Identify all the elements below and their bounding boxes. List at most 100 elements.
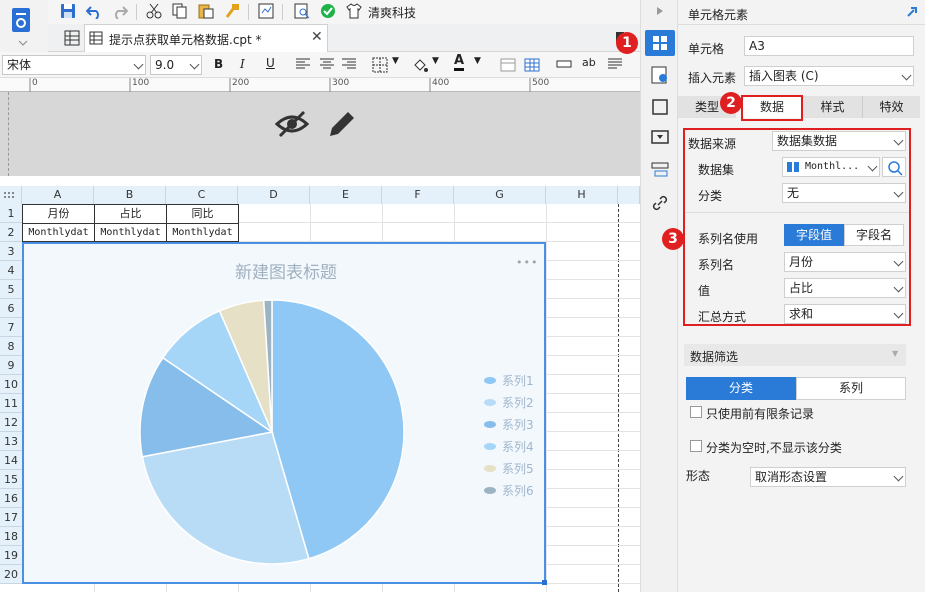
eye-hidden-icon[interactable]	[274, 108, 310, 140]
column-header[interactable]: A	[22, 186, 94, 204]
row-header[interactable]: 19	[0, 546, 22, 565]
row-header[interactable]: 3	[0, 242, 22, 261]
file-tab[interactable]: 提示点获取单元格数据.cpt * ✕	[84, 24, 328, 52]
font-size-select[interactable]: 9.0	[150, 55, 202, 75]
wrap-icon[interactable]	[556, 60, 572, 68]
align-left-icon[interactable]	[296, 58, 310, 70]
file-tab-bar: 提示点获取单元格数据.cpt * ✕	[48, 24, 640, 52]
report-logo-icon[interactable]	[10, 6, 34, 36]
italic-button[interactable]: I	[240, 57, 245, 71]
cell-element-tab[interactable]	[645, 30, 675, 56]
hide-empty-category-checkbox[interactable]	[690, 440, 702, 452]
row-header[interactable]: 2	[0, 223, 22, 242]
collapse-arrow-icon[interactable]	[655, 6, 665, 16]
brand-label[interactable]: 清爽科技	[368, 4, 416, 21]
legend-item[interactable]: 系列6	[502, 482, 534, 499]
column-header[interactable]: E	[310, 186, 382, 204]
format-brush-icon[interactable]	[224, 3, 240, 19]
legend-item[interactable]: 系列3	[502, 416, 534, 433]
condition-icon[interactable]	[651, 162, 669, 178]
limit-records-checkbox[interactable]	[690, 406, 702, 418]
row-header[interactable]: 17	[0, 508, 22, 527]
tab-effect[interactable]: 特效	[862, 96, 920, 118]
cell-input[interactable]: A3	[744, 36, 914, 56]
pin-icon[interactable]	[906, 6, 918, 18]
row-header[interactable]: 6	[0, 299, 22, 318]
save-icon[interactable]	[60, 3, 76, 19]
row-header[interactable]: 7	[0, 318, 22, 337]
text-ab-button[interactable]: ab	[582, 56, 596, 69]
preview-icon[interactable]	[258, 3, 274, 19]
row-header[interactable]: 13	[0, 432, 22, 451]
row-header[interactable]: 4	[0, 261, 22, 280]
widget-icon[interactable]	[651, 130, 669, 146]
legend-item[interactable]: 系列1	[502, 372, 534, 389]
column-header[interactable]: H	[546, 186, 618, 204]
align-center-icon[interactable]	[320, 58, 334, 70]
row-header[interactable]: 14	[0, 451, 22, 470]
chevron-down-icon[interactable]: ▼	[392, 56, 399, 66]
hyperlink-icon[interactable]	[651, 194, 669, 212]
pie-chart-container[interactable]: 新建图表标题 ••• 系列1 系列2 系列3 系列4 系列5 系列6	[22, 242, 546, 584]
row-header[interactable]: 10	[0, 375, 22, 394]
shape-select[interactable]: 取消形态设置	[750, 467, 906, 487]
cell-style-icon[interactable]	[500, 57, 516, 73]
row-header[interactable]: 20	[0, 565, 22, 584]
edit-pencil-icon[interactable]	[326, 108, 358, 140]
cell-c2[interactable]: Monthlydat	[166, 223, 239, 242]
column-header[interactable]: G	[454, 186, 546, 204]
legend-item[interactable]: 系列4	[502, 438, 534, 455]
row-header[interactable]: 9	[0, 356, 22, 375]
cell-attribute-icon[interactable]	[651, 66, 669, 84]
column-header[interactable]: F	[382, 186, 454, 204]
search-doc-icon[interactable]	[294, 3, 310, 19]
row-header[interactable]: 18	[0, 527, 22, 546]
cell-b1[interactable]: 占比	[94, 204, 167, 224]
cell-style-icon[interactable]	[651, 98, 669, 116]
select-all-corner[interactable]	[0, 186, 22, 204]
undo-icon[interactable]	[86, 3, 102, 19]
tab-style[interactable]: 样式	[802, 96, 862, 118]
shirt-icon[interactable]	[346, 3, 362, 19]
align-justify-icon[interactable]	[608, 58, 622, 70]
row-header[interactable]: 5	[0, 280, 22, 299]
resize-handle[interactable]	[542, 580, 547, 585]
font-color-icon[interactable]: A	[454, 54, 465, 71]
column-header[interactable]: B	[94, 186, 166, 204]
font-select[interactable]: 宋体	[2, 55, 146, 75]
row-header[interactable]: 15	[0, 470, 22, 489]
underline-button[interactable]: U	[266, 56, 275, 70]
column-header[interactable]: D	[238, 186, 310, 204]
redo-icon[interactable]	[112, 3, 128, 19]
cut-icon[interactable]	[146, 3, 162, 19]
align-right-icon[interactable]	[342, 58, 356, 70]
filter-tab-series[interactable]: 系列	[796, 377, 906, 400]
close-icon[interactable]: ✕	[311, 29, 323, 45]
legend-item[interactable]: 系列5	[502, 460, 534, 477]
border-icon[interactable]	[372, 57, 388, 73]
row-header[interactable]: 12	[0, 413, 22, 432]
chevron-down-icon[interactable]: ▼	[432, 56, 439, 66]
row-header[interactable]: 8	[0, 337, 22, 356]
sheet-grid-icon[interactable]	[64, 30, 80, 46]
filter-tab-category[interactable]: 分类	[686, 377, 796, 400]
bold-button[interactable]: B	[214, 57, 223, 71]
cell-c1[interactable]: 同比	[166, 204, 239, 224]
check-circle-icon[interactable]	[320, 3, 336, 19]
fill-color-icon[interactable]	[412, 57, 428, 73]
filter-header[interactable]: 数据筛选 ▼	[684, 344, 906, 366]
chevron-down-icon[interactable]	[18, 40, 28, 46]
legend-item[interactable]: 系列2	[502, 394, 534, 411]
row-header[interactable]: 1	[0, 204, 22, 223]
paste-icon[interactable]	[198, 3, 214, 19]
table-icon[interactable]	[524, 57, 540, 73]
row-header[interactable]: 11	[0, 394, 22, 413]
cell-a1[interactable]: 月份	[22, 204, 95, 224]
row-header[interactable]: 16	[0, 489, 22, 508]
chevron-down-icon[interactable]: ▼	[474, 56, 481, 66]
cell-a2[interactable]: Monthlydat	[22, 223, 95, 242]
copy-icon[interactable]	[172, 3, 188, 19]
column-header[interactable]: C	[166, 186, 238, 204]
insert-select[interactable]: 插入图表 (C)	[744, 66, 914, 86]
cell-b2[interactable]: Monthlydat	[94, 223, 167, 242]
